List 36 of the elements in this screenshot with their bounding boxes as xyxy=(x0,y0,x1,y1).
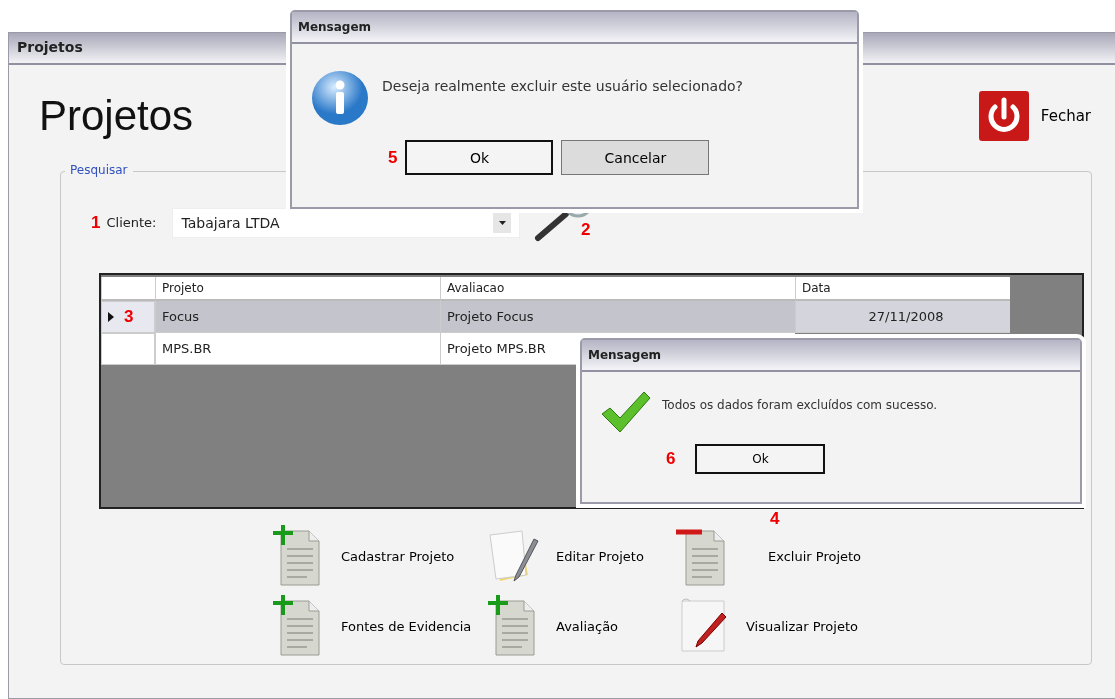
table-cell: 27/11/2008 xyxy=(795,301,1010,333)
dialog-button[interactable]: Cancelar xyxy=(561,140,710,175)
annotation-number: 3 xyxy=(124,307,134,327)
checkmark-icon xyxy=(600,390,652,434)
action-button[interactable]: Avaliação xyxy=(486,595,619,657)
action-button[interactable]: Editar Projeto xyxy=(486,525,644,587)
annotation-number: 6 xyxy=(666,449,676,469)
table-cell: Focus xyxy=(155,301,440,333)
header-corner xyxy=(101,277,155,301)
annotation-number: 1 xyxy=(91,212,101,233)
action-button[interactable]: Cadastrar Projeto xyxy=(271,525,455,587)
annotation-number: 2 xyxy=(581,220,591,240)
dialog-title: Mensagem xyxy=(582,340,1080,372)
dialog-title: Mensagem xyxy=(292,12,857,44)
caret-icon xyxy=(499,220,506,225)
power-icon xyxy=(978,91,1029,141)
column-header[interactable]: Avaliacao xyxy=(440,277,795,301)
table-cell: MPS.BR xyxy=(155,333,440,365)
column-header[interactable]: Data xyxy=(795,277,1010,301)
column-header[interactable]: Projeto xyxy=(155,277,440,301)
row-header[interactable]: 3 xyxy=(101,301,155,333)
dialog-button[interactable]: Ok xyxy=(405,140,554,175)
close-button[interactable]: Fechar xyxy=(978,91,1091,141)
dialog-message: Todos os dados foram excluídos com sucesso. xyxy=(662,397,938,412)
annotation-number: 5 xyxy=(388,147,398,168)
page-heading: Projetos xyxy=(39,92,194,140)
row-pointer-icon xyxy=(108,312,114,322)
dialog-button[interactable]: Ok xyxy=(695,444,826,474)
dialog-message: Deseja realmente excluir este usuário selecionado? xyxy=(382,77,744,94)
action-button[interactable]: Visualizar Projeto xyxy=(676,595,858,657)
row-header[interactable] xyxy=(101,333,155,365)
group-legend: Pesquisar xyxy=(65,163,133,177)
client-label: Cliente: xyxy=(106,215,157,230)
table-cell: Projeto Focus xyxy=(440,301,795,333)
action-button[interactable]: Fontes de Evidencia xyxy=(271,595,472,657)
info-icon xyxy=(310,70,370,126)
